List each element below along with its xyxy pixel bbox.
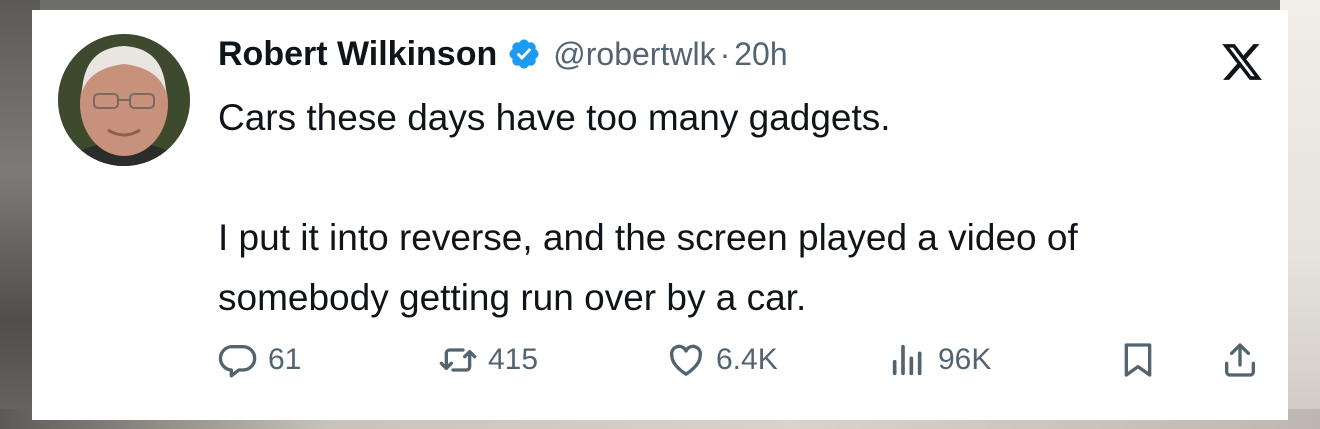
- repost-arrows-icon: [439, 348, 477, 372]
- like-count: 6.4K: [716, 343, 778, 376]
- x-logo-icon: [1222, 44, 1262, 80]
- bookmark-icon: [1124, 343, 1152, 377]
- share-upload-icon: [1225, 343, 1255, 377]
- share-button[interactable]: [1220, 335, 1260, 385]
- reply-button[interactable]: 61: [218, 335, 301, 385]
- verified-badge-icon: [509, 39, 539, 69]
- bar-chart-icon: [892, 344, 922, 376]
- tweet-text-line: Cars these days have too many gadgets.: [218, 97, 891, 138]
- repost-button[interactable]: 415: [438, 335, 538, 385]
- action-bar: 61 415 6.4K 96K: [32, 335, 1288, 385]
- bookmark-button[interactable]: [1118, 335, 1158, 385]
- heart-icon: [669, 344, 703, 376]
- timestamp[interactable]: 20h: [734, 36, 787, 73]
- tweet-text-line: I put it into reverse, and the screen pl…: [218, 217, 1078, 258]
- tweet-card: Robert Wilkinson @robertwlk · 20h Cars t…: [32, 10, 1288, 420]
- repost-count: 415: [488, 343, 539, 376]
- like-button[interactable]: 6.4K: [666, 335, 778, 385]
- separator-dot: ·: [719, 35, 731, 72]
- views-count: 96K: [938, 343, 992, 376]
- tweet-header: Robert Wilkinson @robertwlk · 20h: [218, 32, 788, 76]
- views-button[interactable]: 96K: [888, 335, 991, 385]
- reply-count: 61: [268, 343, 302, 376]
- tweet-text-line: somebody getting run over by a car.: [218, 277, 807, 318]
- author-name[interactable]: Robert Wilkinson: [218, 35, 497, 74]
- avatar[interactable]: [58, 34, 190, 166]
- tweet-text: Cars these days have too many gadgets. I…: [218, 88, 1288, 328]
- author-handle[interactable]: @robertwlk: [553, 36, 715, 73]
- reply-bubble-icon: [218, 344, 257, 378]
